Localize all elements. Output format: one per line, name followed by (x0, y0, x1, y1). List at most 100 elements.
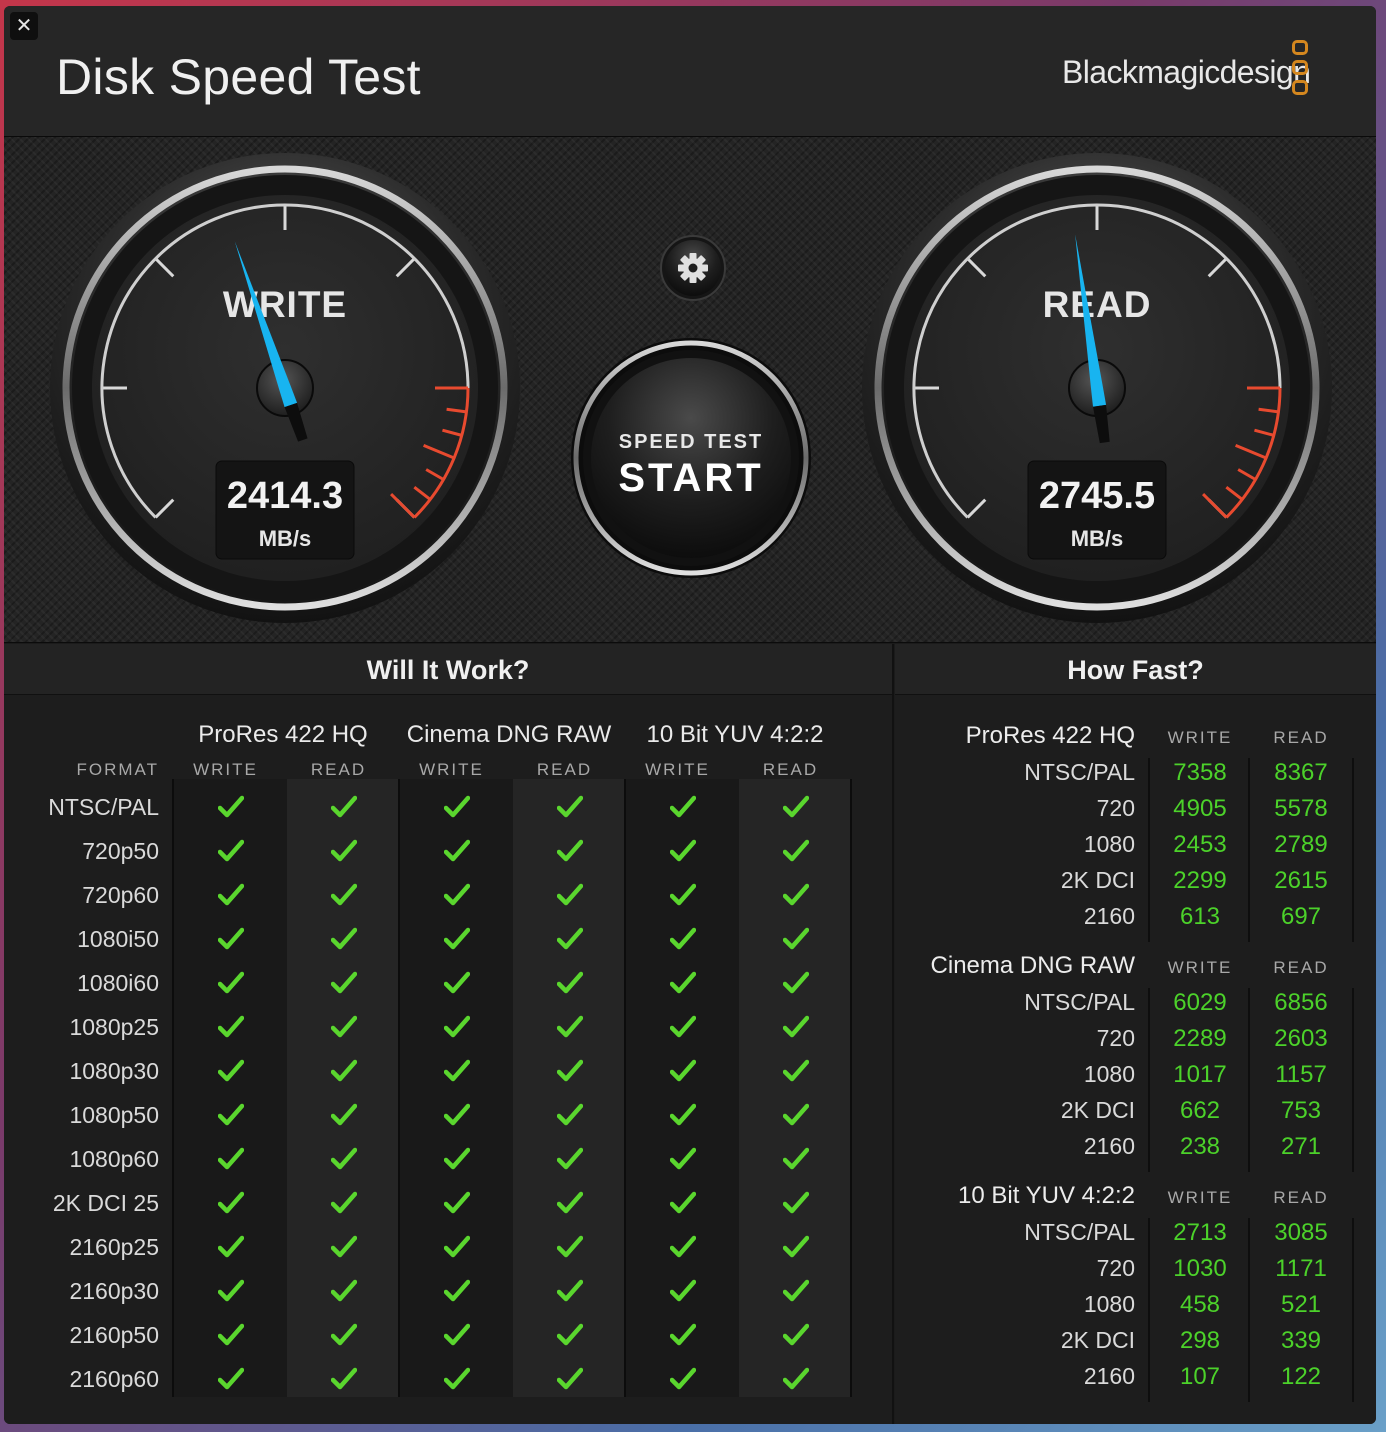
write-fps-value: 107 (1179, 1363, 1221, 1390)
write-fps-value: 1030 (1173, 1255, 1227, 1282)
checkmark-icon (626, 874, 739, 918)
format-label: NTSC/PAL (48, 794, 159, 820)
brand-name: Blackmagicdesign (1062, 54, 1311, 90)
checkmark-icon (626, 918, 739, 962)
checkmark-icon (513, 1358, 626, 1402)
write-fps-value: 298 (1179, 1327, 1221, 1354)
format-label: 2160 (1083, 903, 1135, 929)
will-it-work-panel: Will It Work? ProRes 422 HQ Cinema DNG R… (4, 644, 894, 1424)
write-fps-value: 238 (1179, 1133, 1221, 1160)
format-label: 1080 (1083, 1291, 1135, 1317)
checkmark-icon (287, 786, 400, 830)
sub-header-write: WRITE (645, 760, 710, 779)
checkmark-icon (739, 830, 852, 874)
column-divider (1352, 1218, 1354, 1402)
checkmark-icon (739, 962, 852, 1006)
checkmark-icon (626, 1006, 739, 1050)
checkmark-icon (626, 1314, 739, 1358)
checkmark-icon (287, 1270, 400, 1314)
format-label: 1080p60 (69, 1146, 159, 1172)
sub-header-read: READ (310, 760, 367, 779)
brand-logo-icon (1292, 40, 1308, 100)
format-label: 2160 (1083, 1363, 1135, 1389)
checkmark-icon (739, 1050, 852, 1094)
will-it-work-title: Will It Work? (4, 644, 892, 695)
close-button[interactable]: ✕ (10, 12, 38, 40)
sub-header-read: READ (1273, 728, 1329, 747)
checkmark-icon (287, 1006, 400, 1050)
read-speed-unit: MB/s (1071, 526, 1124, 551)
write-fps-value: 2299 (1173, 867, 1227, 894)
format-label: 1080p25 (69, 1014, 159, 1040)
format-label: NTSC/PAL (1024, 1219, 1135, 1245)
checkmark-icon (513, 830, 626, 874)
write-gauge: WRITE 2414.3 MB/s (50, 153, 520, 623)
read-fps-value: 6856 (1274, 989, 1328, 1016)
format-label: 1080p50 (69, 1102, 159, 1128)
checkmark-icon (400, 874, 513, 918)
checkmark-icon (174, 1358, 287, 1402)
format-label: 1080p30 (69, 1058, 159, 1084)
checkmark-icon (400, 1006, 513, 1050)
checkmark-icon (626, 1050, 739, 1094)
checkmark-icon (174, 1050, 287, 1094)
write-fps-value: 7358 (1173, 759, 1227, 786)
format-label: 2K DCI (1060, 867, 1135, 893)
checkmark-icon (739, 1094, 852, 1138)
checkmark-icon (739, 1182, 852, 1226)
format-label: 2K DCI 25 (52, 1190, 159, 1216)
read-fps-value: 1157 (1275, 1061, 1327, 1088)
format-label: 1080i50 (77, 926, 159, 952)
start-button-subtitle: SPEED TEST (619, 431, 763, 453)
checkmark-icon (287, 874, 400, 918)
checkmark-icon (400, 962, 513, 1006)
checkmark-icon (739, 1006, 852, 1050)
checkmark-icon (174, 874, 287, 918)
checkmark-icon (513, 874, 626, 918)
write-fps-value: 6029 (1173, 989, 1227, 1016)
checkmark-icon (174, 1314, 287, 1358)
group-header: Cinema DNG RAW (930, 952, 1135, 979)
write-fps-value: 458 (1179, 1291, 1221, 1318)
checkmark-icon (174, 1006, 287, 1050)
sub-header-write: WRITE (1167, 1188, 1233, 1207)
checkmark-icon (513, 1006, 626, 1050)
how-fast-panel: How Fast? ProRes 422 HQ WRITE READ NTSC/PAL… (895, 644, 1376, 1424)
format-label: 720 (1096, 795, 1135, 821)
format-label: 2K DCI (1060, 1097, 1135, 1123)
write-speed-value: 2414.3 (227, 475, 343, 517)
checkmark-icon (739, 1138, 852, 1182)
checkmark-icon (739, 1358, 852, 1402)
checkmark-icon (400, 1270, 513, 1314)
read-fps-value: 2789 (1274, 831, 1328, 858)
read-fps-value: 1171 (1275, 1255, 1327, 1282)
write-gauge-label: WRITE (223, 284, 347, 325)
read-fps-value: 3085 (1274, 1219, 1328, 1246)
checkmark-icon (626, 1182, 739, 1226)
format-label: 720 (1096, 1255, 1135, 1281)
checkmark-icon (739, 1226, 852, 1270)
format-label: NTSC/PAL (1024, 759, 1135, 785)
checkmark-icon (287, 1050, 400, 1094)
read-fps-value: 8367 (1274, 759, 1328, 786)
checkmark-icon (287, 1358, 400, 1402)
checkmark-icon (626, 962, 739, 1006)
checkmark-icon (513, 1270, 626, 1314)
app-window: ✕ Disk Speed Test Blackmagicdesign WRITE… (4, 6, 1376, 1424)
checkmark-icon (400, 918, 513, 962)
format-label: NTSC/PAL (1024, 989, 1135, 1015)
format-label: 1080i60 (77, 970, 159, 996)
sub-header-write: WRITE (1167, 728, 1233, 747)
start-button[interactable]: SPEED TEST START (571, 338, 811, 578)
checkmark-icon (174, 1226, 287, 1270)
format-label: 720 (1096, 1025, 1135, 1051)
format-label: 2160p60 (69, 1366, 159, 1392)
sub-header-write: WRITE (419, 760, 484, 779)
checkmark-icon (400, 1094, 513, 1138)
checkmark-icon (400, 1314, 513, 1358)
checkmark-icon (513, 918, 626, 962)
checkmark-icon (400, 786, 513, 830)
settings-button[interactable] (660, 235, 726, 301)
checkmark-icon (174, 918, 287, 962)
checkmark-icon (626, 1138, 739, 1182)
